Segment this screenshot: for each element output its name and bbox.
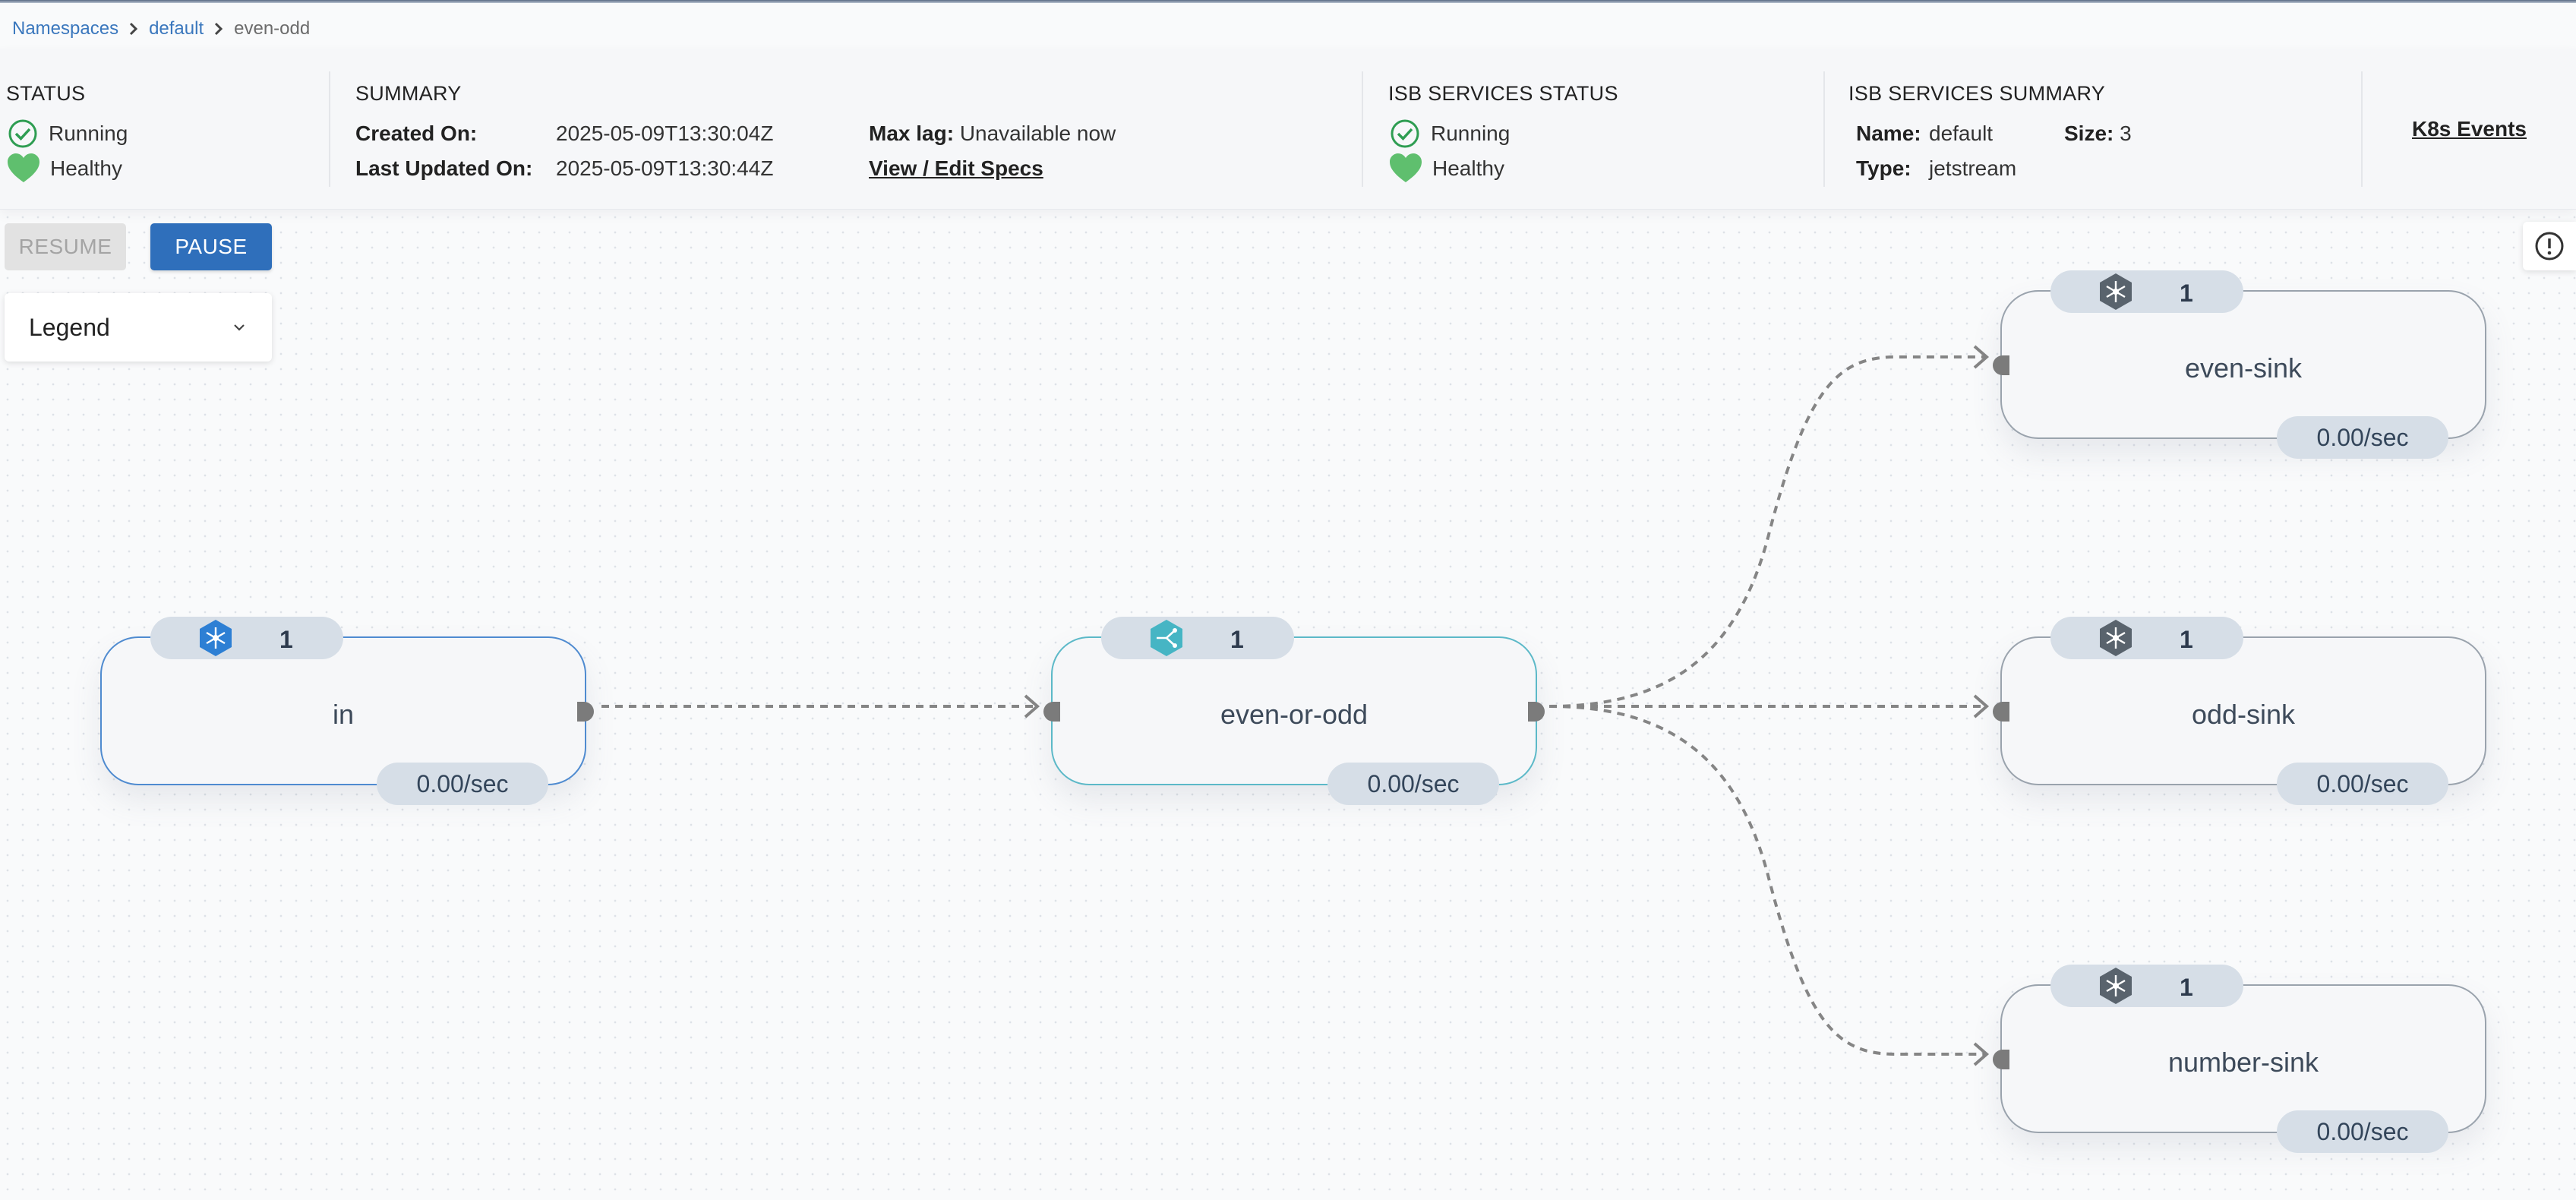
processing-rate: 0.00/sec [2277, 763, 2448, 805]
vertex-name: even-or-odd [1220, 699, 1368, 730]
pods-pill: 1 [1101, 617, 1294, 659]
chevron-down-icon [234, 324, 245, 331]
vertex-name: odd-sink [2191, 699, 2296, 730]
pods-pill: 1 [2050, 270, 2243, 313]
processing-rate: 0.00/sec [1327, 763, 1499, 805]
pod-count: 1 [1230, 626, 1244, 653]
source-icon [200, 620, 232, 656]
processing-rate: 0.00/sec [2277, 1110, 2448, 1153]
input-handle[interactable] [1043, 702, 1060, 722]
resume-button[interactable]: RESUME [5, 223, 126, 270]
input-handle[interactable] [1993, 702, 2009, 722]
arrow-head [1973, 345, 1990, 369]
vertex-node-even-sink[interactable]: 1 even-sink 0.00/sec [1993, 270, 2486, 459]
edge-even-or-odd-to-even-sink [1548, 355, 1987, 708]
vertex-node-in[interactable]: 1 in 0.00/sec [100, 617, 594, 805]
vertex-name: even-sink [2184, 352, 2303, 384]
edge-even-or-odd-to-number-sink [1548, 705, 1987, 1056]
vertex-node-even-or-odd[interactable]: 1 even-or-odd 0.00/sec [1043, 617, 1545, 805]
udf-icon [1151, 620, 1182, 656]
alert-circle-icon [2535, 232, 2564, 261]
pods-pill: 1 [150, 617, 343, 659]
legend-label: Legend [29, 313, 110, 341]
pods-pill: 1 [2050, 965, 2243, 1007]
sink-icon [2100, 620, 2132, 656]
input-handle[interactable] [1993, 1050, 2009, 1069]
sink-icon [2100, 968, 2132, 1004]
vertex-name: number-sink [2167, 1047, 2319, 1078]
pod-count: 1 [2180, 626, 2193, 653]
pause-button[interactable]: PAUSE [150, 223, 272, 270]
pods-pill: 1 [2050, 617, 2243, 659]
processing-rate: 0.00/sec [377, 763, 548, 805]
pod-count: 1 [279, 626, 293, 653]
vertex-node-number-sink[interactable]: 1 number-sink 0.00/sec [1993, 965, 2486, 1153]
sink-icon [2100, 273, 2132, 310]
pod-count: 1 [2180, 974, 2193, 1001]
processing-rate: 0.00/sec [2277, 416, 2448, 459]
legend-dropdown[interactable]: Legend [5, 293, 272, 362]
info-button[interactable] [2523, 222, 2576, 270]
vertex-name: in [332, 699, 355, 730]
pod-count: 1 [2180, 279, 2193, 307]
vertex-node-odd-sink[interactable]: 1 odd-sink 0.00/sec [1993, 617, 2486, 805]
input-handle[interactable] [1993, 355, 2009, 375]
